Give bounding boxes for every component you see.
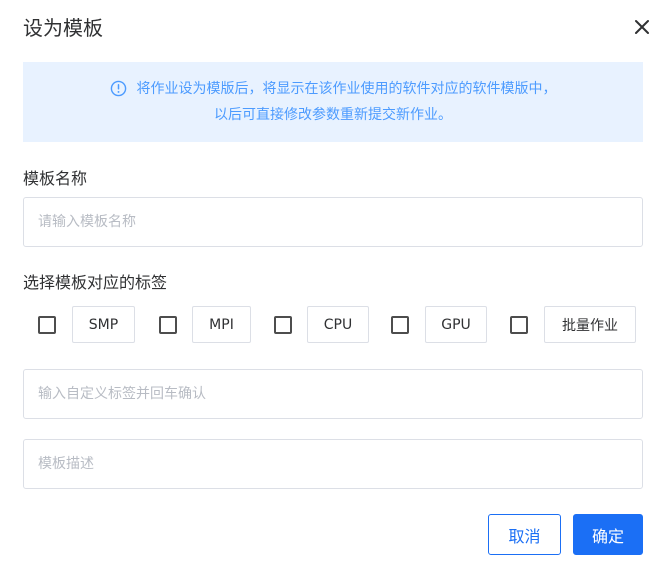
tag-smp[interactable]: SMP — [72, 306, 135, 343]
tag-checkbox-cpu[interactable] — [274, 316, 292, 334]
tag-mpi[interactable]: MPI — [192, 306, 251, 343]
cancel-button[interactable]: 取消 — [488, 514, 561, 555]
tag-gpu[interactable]: GPU — [425, 306, 487, 343]
tag-cpu[interactable]: CPU — [307, 306, 369, 343]
tags-section-label: 选择模板对应的标签 — [23, 273, 168, 292]
dialog-title: 设为模板 — [23, 16, 103, 40]
template-description-input[interactable] — [23, 439, 643, 489]
close-icon[interactable] — [631, 16, 653, 38]
set-template-dialog: 设为模板 将作业设为模版后，将显示在该作业使用的软件对应的软件模版中， 以后可直… — [0, 0, 661, 585]
tag-batch-job[interactable]: 批量作业 — [544, 306, 636, 343]
notice-text-line2: 以后可直接修改参数重新提交新作业。 — [214, 107, 452, 123]
template-name-label: 模板名称 — [23, 169, 88, 188]
custom-tag-input[interactable] — [23, 369, 643, 419]
info-notice: 将作业设为模版后，将显示在该作业使用的软件对应的软件模版中， 以后可直接修改参数… — [23, 62, 643, 142]
info-circle-icon — [110, 80, 126, 96]
tag-checkbox-smp[interactable] — [38, 316, 56, 334]
confirm-button[interactable]: 确定 — [573, 514, 643, 555]
tag-checkbox-mpi[interactable] — [159, 316, 177, 334]
tag-options: SMP MPI CPU GPU 批量作业 — [0, 306, 661, 344]
tag-checkbox-gpu[interactable] — [391, 316, 409, 334]
notice-text-line1: 将作业设为模版后，将显示在该作业使用的软件对应的软件模版中， — [136, 81, 557, 97]
template-name-input[interactable] — [23, 197, 643, 247]
tag-checkbox-batch-job[interactable] — [510, 316, 528, 334]
